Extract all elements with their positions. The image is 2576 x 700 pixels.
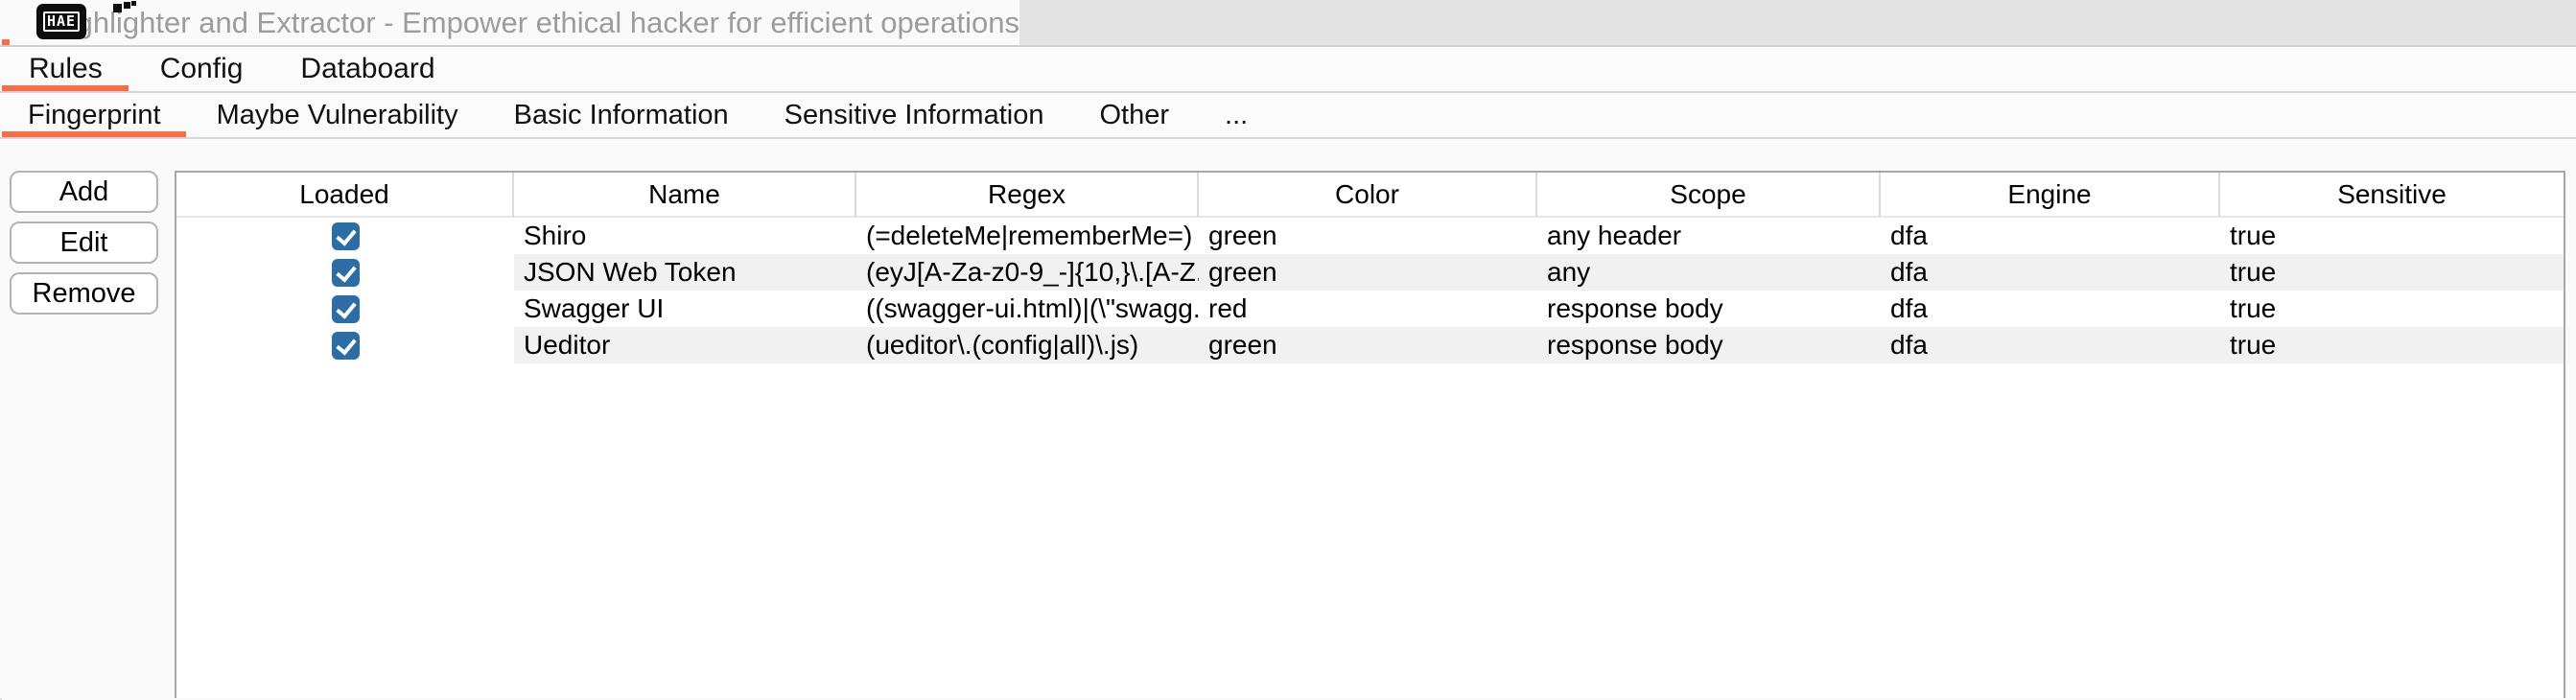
edit-button[interactable]: Edit bbox=[10, 222, 158, 264]
hae-logo-tab[interactable]: HAE bbox=[0, 0, 12, 45]
scope-cell: any header bbox=[1537, 218, 1881, 254]
logo-pixel-decoration bbox=[113, 4, 122, 12]
tab-label: Maybe Vulnerability bbox=[217, 100, 458, 131]
table-row[interactable]: Swagger UI((swagger-ui.html)|(\"swagg...… bbox=[176, 291, 2564, 327]
remove-button[interactable]: Remove bbox=[10, 272, 158, 315]
loaded-checkbox[interactable] bbox=[332, 259, 360, 287]
column-header-name[interactable]: Name bbox=[514, 173, 856, 218]
column-header-color[interactable]: Color bbox=[1199, 173, 1537, 218]
name-cell: Swagger UI bbox=[514, 291, 856, 327]
column-header-regex[interactable]: Regex bbox=[856, 173, 1199, 218]
selected-tab-indicator bbox=[2, 85, 129, 91]
tab-rules[interactable]: Rules bbox=[0, 47, 131, 91]
column-header-loaded[interactable]: Loaded bbox=[176, 173, 514, 218]
hae-extension-window: HAE Highlighter and Extractor - Empower … bbox=[0, 0, 2576, 700]
table-row[interactable]: Ueditor(ueditor\.(config|all)\.js)greenr… bbox=[176, 327, 2564, 363]
loaded-cell bbox=[176, 291, 514, 327]
tab-label: Basic Information bbox=[514, 100, 729, 131]
selected-tab-indicator bbox=[2, 39, 10, 45]
scope-cell: response body bbox=[1537, 327, 1881, 363]
loaded-checkbox[interactable] bbox=[332, 222, 360, 250]
hae-extension-tab[interactable]: HAE Highlighter and Extractor - Empower … bbox=[0, 0, 1019, 45]
color-cell: green bbox=[1199, 254, 1537, 291]
tab-label: ... bbox=[1225, 100, 1248, 131]
hae-logo-text: HAE bbox=[43, 12, 80, 32]
subtab-maybe-vulnerability[interactable]: Maybe Vulnerability bbox=[189, 93, 486, 137]
main-tab-bar: Rules Config Databoard bbox=[0, 47, 2576, 93]
rules-table: LoadedNameRegexColorScopeEngineSensitive… bbox=[175, 171, 2565, 698]
hae-logo-icon: HAE bbox=[36, 4, 86, 39]
regex-cell: (ueditor\.(config|all)\.js) bbox=[856, 327, 1199, 363]
tab-config[interactable]: Config bbox=[131, 47, 272, 91]
rule-category-tab-bar: Fingerprint Maybe Vulnerability Basic Info… bbox=[0, 93, 2576, 139]
rules-panel: Add Edit Remove LoadedNameRegexColorScopeE… bbox=[0, 139, 2576, 698]
sensitive-cell: true bbox=[2220, 254, 2564, 291]
extension-title: Highlighter and Extractor - Empower ethi… bbox=[48, 6, 1019, 40]
rules-table-body: Shiro(=deleteMe|rememberMe=)greenany hea… bbox=[176, 218, 2564, 363]
color-cell: green bbox=[1199, 218, 1537, 254]
logo-pixel-decoration bbox=[131, 1, 136, 6]
sensitive-cell: true bbox=[2220, 327, 2564, 363]
regex-cell: ((swagger-ui.html)|(\"swagg... bbox=[856, 291, 1199, 327]
name-cell: Ueditor bbox=[514, 327, 856, 363]
tab-label: Other bbox=[1099, 100, 1169, 131]
sensitive-cell: true bbox=[2220, 291, 2564, 327]
tab-label: Fingerprint bbox=[28, 100, 161, 131]
loaded-cell bbox=[176, 218, 514, 254]
add-button[interactable]: Add bbox=[10, 171, 158, 213]
color-cell: green bbox=[1199, 327, 1537, 363]
rules-table-header: LoadedNameRegexColorScopeEngineSensitive bbox=[176, 173, 2564, 218]
subtab-[interactable]: ... bbox=[1197, 93, 1276, 137]
name-cell: JSON Web Token bbox=[514, 254, 856, 291]
tab-label: Rules bbox=[29, 53, 103, 85]
scope-cell: any bbox=[1537, 254, 1881, 291]
tab-label: Databoard bbox=[300, 53, 434, 85]
sensitive-cell: true bbox=[2220, 218, 2564, 254]
scope-cell: response body bbox=[1537, 291, 1881, 327]
engine-cell: dfa bbox=[1881, 254, 2220, 291]
loaded-cell bbox=[176, 254, 514, 291]
tab-databoard[interactable]: Databoard bbox=[271, 47, 463, 91]
table-row[interactable]: JSON Web Token(eyJ[A-Za-z0-9_-]{10,}\.[A… bbox=[176, 254, 2564, 291]
column-header-engine[interactable]: Engine bbox=[1881, 173, 2220, 218]
engine-cell: dfa bbox=[1881, 218, 2220, 254]
name-cell: Shiro bbox=[514, 218, 856, 254]
logo-pixel-decoration bbox=[124, 2, 130, 9]
column-header-scope[interactable]: Scope bbox=[1537, 173, 1881, 218]
color-cell: red bbox=[1199, 291, 1537, 327]
subtab-other[interactable]: Other bbox=[1071, 93, 1197, 137]
subtab-fingerprint[interactable]: Fingerprint bbox=[0, 93, 189, 137]
burp-tab-strip: HAE Highlighter and Extractor - Empower … bbox=[0, 0, 2576, 47]
loaded-cell bbox=[176, 327, 514, 363]
column-header-sensitive[interactable]: Sensitive bbox=[2220, 173, 2564, 218]
loaded-checkbox[interactable] bbox=[332, 295, 360, 323]
regex-cell: (=deleteMe|rememberMe=) bbox=[856, 218, 1199, 254]
tab-label: Sensitive Information bbox=[785, 100, 1044, 131]
engine-cell: dfa bbox=[1881, 327, 2220, 363]
subtab-sensitive-information[interactable]: Sensitive Information bbox=[757, 93, 1072, 137]
loaded-checkbox[interactable] bbox=[332, 332, 360, 360]
regex-cell: (eyJ[A-Za-z0-9_-]{10,}\.[A-Z... bbox=[856, 254, 1199, 291]
rule-action-buttons: Add Edit Remove bbox=[0, 139, 175, 698]
tab-label: Config bbox=[160, 53, 244, 85]
engine-cell: dfa bbox=[1881, 291, 2220, 327]
selected-tab-indicator bbox=[2, 131, 186, 137]
table-row[interactable]: Shiro(=deleteMe|rememberMe=)greenany hea… bbox=[176, 218, 2564, 254]
subtab-basic-information[interactable]: Basic Information bbox=[486, 93, 757, 137]
